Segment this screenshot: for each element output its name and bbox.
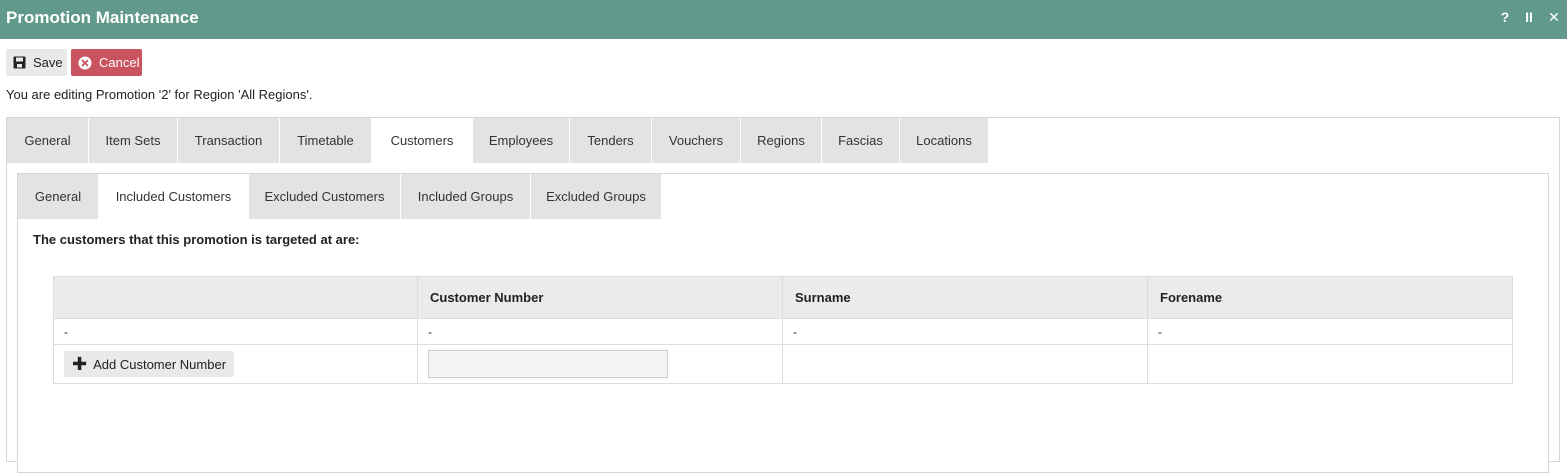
save-icon [13,56,26,69]
editing-info-text: You are editing Promotion '2' for Region… [6,87,313,102]
input-cell [417,344,783,384]
tab-employees[interactable]: Employees [473,118,570,163]
tab-customers[interactable]: Customers [372,118,473,163]
main-tab-bar: General Item Sets Transaction Timetable … [7,118,989,163]
header-customer-number[interactable]: Customer Number [417,276,783,319]
cancel-button[interactable]: Cancel [71,49,142,76]
tab-regions[interactable]: Regions [741,118,822,163]
subtab-included-customers[interactable]: Included Customers [99,174,249,219]
subtab-excluded-groups[interactable]: Excluded Groups [531,174,662,219]
empty-cell [782,344,1148,384]
window-title: Promotion Maintenance [6,8,199,27]
plus-icon: ✚ [72,354,88,374]
header-surname[interactable]: Surname [782,276,1148,319]
tab-tenders[interactable]: Tenders [570,118,652,163]
section-heading: The customers that this promotion is tar… [33,232,360,247]
tab-item-sets[interactable]: Item Sets [89,118,178,163]
table-cell: - [782,318,1148,345]
title-bar: Promotion Maintenance ? II ✕ [0,0,1567,39]
tab-locations[interactable]: Locations [900,118,989,163]
add-row: ✚ Add Customer Number [53,344,1513,384]
subtab-included-groups[interactable]: Included Groups [401,174,531,219]
add-customer-number-button[interactable]: ✚ Add Customer Number [64,351,235,377]
tab-transaction[interactable]: Transaction [178,118,280,163]
close-icon[interactable]: ✕ [1547,9,1561,26]
table-cell: - [417,318,783,345]
tab-timetable[interactable]: Timetable [280,118,372,163]
tab-fascias[interactable]: Fascias [822,118,900,163]
add-customer-number-label: Add Customer Number [93,356,227,372]
header-forename[interactable]: Forename [1147,276,1513,319]
cancel-label: Cancel [99,55,140,70]
sub-tab-bar: General Included Customers Excluded Cust… [18,174,662,219]
save-label: Save [33,55,63,70]
empty-cell [1147,344,1513,384]
tab-vouchers[interactable]: Vouchers [652,118,741,163]
subtab-general[interactable]: General [18,174,99,219]
save-button[interactable]: Save [6,49,67,76]
table-row: - - - - [53,318,1513,345]
customers-table: Customer Number Surname Forename - - - -… [53,276,1513,384]
table-cell: - [1147,318,1513,345]
table-cell: - [53,318,418,345]
header-actions [53,276,418,319]
tab-general[interactable]: General [7,118,89,163]
customer-number-input[interactable] [428,350,668,378]
subtab-excluded-customers[interactable]: Excluded Customers [249,174,401,219]
cancel-icon [78,56,92,69]
add-cell: ✚ Add Customer Number [53,344,418,384]
help-icon[interactable]: ? [1498,9,1512,25]
table-header-row: Customer Number Surname Forename [53,276,1513,319]
pause-icon[interactable]: II [1522,9,1536,25]
